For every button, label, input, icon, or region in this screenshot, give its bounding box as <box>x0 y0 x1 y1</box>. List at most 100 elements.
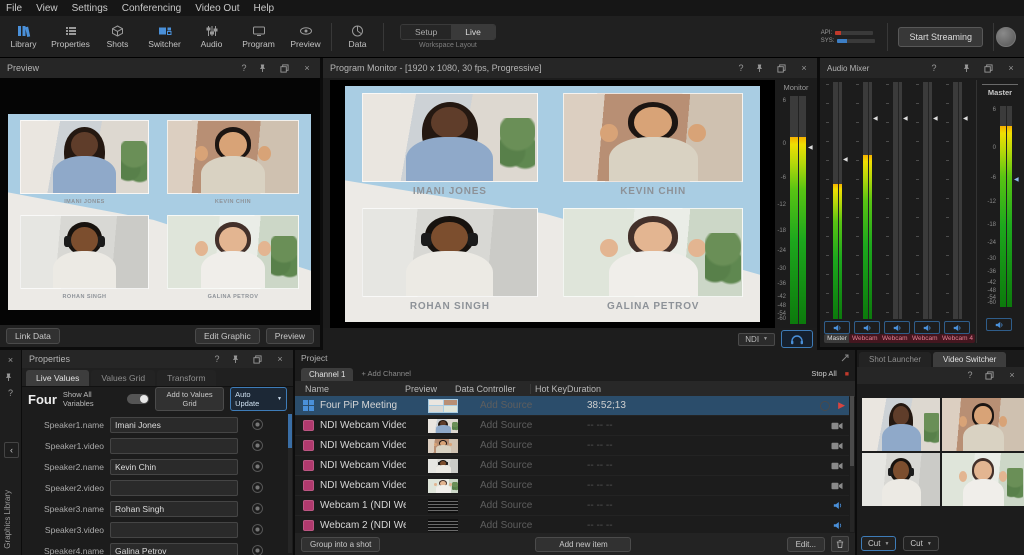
link-variable-icon[interactable] <box>252 419 263 430</box>
project-scrollbar[interactable] <box>850 396 854 532</box>
menu-settings[interactable]: Settings <box>72 3 108 14</box>
toolbar-data-button[interactable]: Data <box>334 25 381 49</box>
help-icon[interactable]: ? <box>238 64 250 73</box>
fader-handle[interactable]: ◀ <box>963 116 968 122</box>
show-all-variables-toggle[interactable] <box>127 394 149 404</box>
project-row-ndi-webcam-2[interactable]: NDI Webcam Video 2 Add Source -- -- -- <box>295 436 849 456</box>
help-icon[interactable]: ? <box>964 371 976 380</box>
ndi-output-dropdown[interactable]: NDI ▼ <box>738 333 775 346</box>
transition-2-dropdown[interactable]: Cut ▼ <box>903 536 938 551</box>
menu-conferencing[interactable]: Conferencing <box>122 3 181 14</box>
link-variable-icon[interactable] <box>252 461 263 472</box>
speaker2-video-input[interactable] <box>110 480 238 496</box>
mute-button[interactable] <box>944 321 970 334</box>
close-icon[interactable]: × <box>274 355 286 364</box>
fader-handle[interactable]: ◀ <box>933 116 938 122</box>
pin-icon[interactable] <box>5 372 17 382</box>
user-avatar[interactable] <box>996 27 1016 47</box>
toolbar-properties-button[interactable]: Properties <box>47 25 94 49</box>
help-icon[interactable]: ? <box>5 389 17 398</box>
tab-transform[interactable]: Transform <box>157 370 215 386</box>
float-icon[interactable] <box>777 64 789 73</box>
float-icon[interactable] <box>280 64 292 73</box>
camera-icon[interactable] <box>831 422 843 430</box>
switcher-source-kevin[interactable] <box>942 398 1024 451</box>
close-icon[interactable]: × <box>798 64 810 73</box>
monitor-volume-handle[interactable]: ◀ <box>808 145 813 151</box>
add-source-cell[interactable]: Add Source <box>458 420 555 431</box>
project-row-webcam-2-audio[interactable]: Webcam 2 (NDI Web... Add Source -- -- -- <box>295 516 849 532</box>
float-icon[interactable] <box>984 64 996 73</box>
mute-button[interactable] <box>854 321 880 334</box>
camera-icon[interactable] <box>831 482 843 490</box>
speaker3-name-input[interactable] <box>110 501 238 517</box>
menu-view[interactable]: View <box>36 3 58 14</box>
column-header-hot-key[interactable]: Hot Key <box>530 384 567 394</box>
link-variable-icon[interactable] <box>252 503 263 514</box>
group-into-shot-button[interactable]: Group into a shot <box>301 537 380 552</box>
add-new-item-button[interactable]: Add new item <box>535 537 631 552</box>
project-row-four-pip-meeting[interactable]: Four PiP Meeting Add Source 38:52;13 ▶ <box>295 396 849 416</box>
fader-handle[interactable]: ◀ <box>903 116 908 122</box>
add-source-cell[interactable]: Add Source <box>458 460 555 471</box>
workspace-live-tab[interactable]: Live <box>451 25 495 39</box>
master-mute-button[interactable] <box>986 318 1012 331</box>
pin-icon[interactable] <box>259 63 271 73</box>
menu-help[interactable]: Help <box>254 3 275 14</box>
link-data-button[interactable]: Link Data <box>6 328 60 344</box>
camera-icon[interactable] <box>831 442 843 450</box>
add-source-cell[interactable]: Add Source <box>458 520 555 531</box>
column-header-data-controller[interactable]: Data Controller <box>455 384 530 394</box>
play-icon[interactable]: ▶ <box>838 400 845 411</box>
help-icon[interactable]: ? <box>211 355 223 364</box>
column-header-name[interactable]: Name <box>295 384 405 394</box>
speaker3-video-input[interactable] <box>110 522 238 538</box>
project-row-webcam-1-audio[interactable]: Webcam 1 (NDI Web... Add Source -- -- -- <box>295 496 849 516</box>
toolbar-shots-button[interactable]: Shots <box>94 25 141 49</box>
switcher-source-imani[interactable] <box>862 398 940 451</box>
tab-values-grid[interactable]: Values Grid <box>91 370 155 386</box>
tab-video-switcher[interactable]: Video Switcher <box>933 352 1006 367</box>
toolbar-switcher-button[interactable]: Switcher <box>141 25 188 49</box>
link-variable-icon[interactable] <box>252 545 263 555</box>
help-icon[interactable]: ? <box>735 64 747 73</box>
toolbar-preview-button[interactable]: Preview <box>282 25 329 49</box>
delete-button[interactable] <box>831 536 849 552</box>
expand-library-chevron[interactable]: ‹ <box>4 442 19 458</box>
panel-expand-icon[interactable] <box>841 354 849 362</box>
help-icon[interactable]: ? <box>928 64 940 73</box>
toolbar-program-button[interactable]: Program <box>235 25 282 49</box>
mute-button[interactable] <box>824 321 850 334</box>
toolbar-library-button[interactable]: Library <box>0 25 47 49</box>
project-row-ndi-webcam-4[interactable]: NDI Webcam Video 4 Add Source -- -- -- <box>295 476 849 496</box>
speaker1-video-input[interactable] <box>110 438 238 454</box>
link-variable-icon[interactable] <box>252 482 263 493</box>
close-icon[interactable]: × <box>301 64 313 73</box>
tab-live-values[interactable]: Live Values <box>26 370 89 386</box>
close-icon[interactable]: × <box>1005 64 1017 73</box>
add-source-cell[interactable]: Add Source <box>458 400 555 411</box>
toolbar-audio-button[interactable]: Audio <box>188 25 235 49</box>
switcher-source-rohan[interactable] <box>862 453 940 506</box>
tab-shot-launcher[interactable]: Shot Launcher <box>859 352 931 367</box>
close-icon[interactable]: × <box>5 356 17 365</box>
project-row-ndi-webcam-3[interactable]: NDI Webcam Video 3 Add Source -- -- -- <box>295 456 849 476</box>
fader-handle[interactable]: ◀ <box>843 157 848 163</box>
transition-1-dropdown[interactable]: Cut ▼ <box>861 536 896 551</box>
camera-icon[interactable] <box>831 462 843 470</box>
mute-button[interactable] <box>884 321 910 334</box>
pin-icon[interactable] <box>756 63 768 73</box>
mute-button[interactable] <box>914 321 940 334</box>
project-row-ndi-webcam-1[interactable]: NDI Webcam Video 1 Add Source -- -- -- <box>295 416 849 436</box>
tab-channel-1[interactable]: Channel 1 <box>301 368 353 381</box>
float-icon[interactable] <box>253 355 265 364</box>
switcher-source-galina[interactable] <box>942 453 1024 506</box>
column-header-duration[interactable]: Duration <box>567 384 601 394</box>
edit-button[interactable]: Edit... <box>787 537 825 552</box>
add-channel-button[interactable]: + Add Channel <box>361 369 410 381</box>
preview-button[interactable]: Preview <box>266 328 314 344</box>
edit-graphic-button[interactable]: Edit Graphic <box>195 328 260 344</box>
stop-all-button[interactable]: Stop All <box>811 369 836 381</box>
speaker2-name-input[interactable] <box>110 459 238 475</box>
speaker-icon[interactable] <box>833 501 843 510</box>
